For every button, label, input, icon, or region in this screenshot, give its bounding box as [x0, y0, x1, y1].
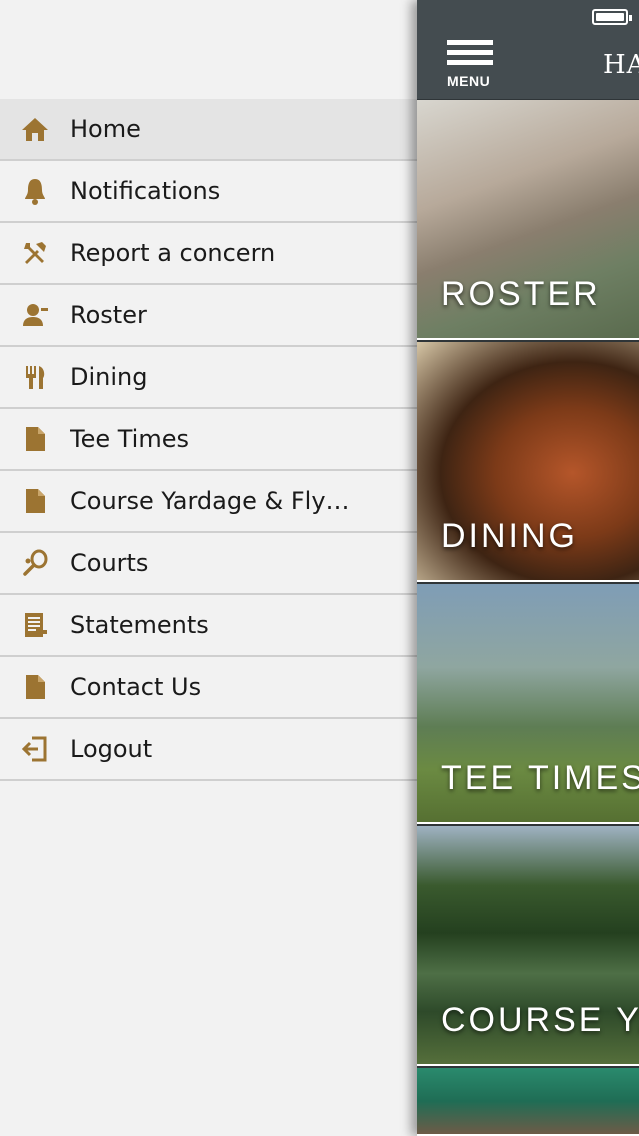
logout-icon — [0, 719, 70, 779]
tile-next[interactable] — [417, 1068, 639, 1136]
tools-icon — [0, 223, 70, 283]
sidebar-item-course-yardage[interactable]: Course Yardage & Fly… — [0, 471, 417, 533]
sidebar-item-statements[interactable]: Statements — [0, 595, 417, 657]
sidebar-item-label: Courts — [70, 549, 149, 577]
tennis-racket-icon — [0, 533, 70, 593]
sidebar-item-contact-us[interactable]: Contact Us — [0, 657, 417, 719]
statement-icon — [0, 595, 70, 655]
brand-title: HA — [603, 50, 639, 80]
sidebar-item-label: Contact Us — [70, 673, 202, 701]
sidebar-item-logout[interactable]: Logout — [0, 719, 417, 781]
sidebar-item-tee-times[interactable]: Tee Times — [0, 409, 417, 471]
document-icon — [0, 409, 70, 469]
sidebar-item-label: Tee Times — [70, 425, 189, 453]
bell-icon — [0, 161, 70, 221]
sidebar-item-label: Report a concern — [70, 239, 276, 267]
person-icon — [0, 285, 70, 345]
document-icon — [0, 471, 70, 531]
fork-knife-icon — [0, 347, 70, 407]
sidebar-item-label: Course Yardage & Fly… — [70, 487, 350, 515]
top-bar: MENU HA — [417, 0, 639, 99]
tile-label: COURSE YA — [441, 1001, 639, 1039]
tile-label: ROSTER — [441, 275, 601, 313]
sidebar-item-courts[interactable]: Courts — [0, 533, 417, 595]
battery-icon — [592, 9, 632, 25]
main-content: MENU HA ROSTER DINING TEE TIMES COURSE Y… — [417, 0, 639, 1136]
sidebar-item-label: Notifications — [70, 177, 221, 205]
tile-dining[interactable]: DINING — [417, 342, 639, 582]
sidebar-item-roster[interactable]: Roster — [0, 285, 417, 347]
menu-button[interactable]: MENU — [445, 40, 497, 92]
sidebar-item-label: Statements — [70, 611, 209, 639]
tile-course-yardage[interactable]: COURSE YA — [417, 826, 639, 1066]
drawer-menu-list: Home Notifications Report a concern Rost… — [0, 99, 417, 781]
home-icon — [0, 99, 70, 159]
tile-tee-times[interactable]: TEE TIMES — [417, 584, 639, 824]
tile-roster[interactable]: ROSTER — [417, 100, 639, 340]
sidebar-item-label: Home — [70, 115, 141, 143]
sidebar-item-report-concern[interactable]: Report a concern — [0, 223, 417, 285]
sidebar-item-home[interactable]: Home — [0, 99, 417, 161]
tile-label: DINING — [441, 517, 578, 555]
sidebar-item-label: Dining — [70, 363, 148, 391]
sidebar-item-notifications[interactable]: Notifications — [0, 161, 417, 223]
sidebar-item-label: Roster — [70, 301, 147, 329]
tile-label: TEE TIMES — [441, 759, 639, 797]
document-icon — [0, 657, 70, 717]
sidebar-item-dining[interactable]: Dining — [0, 347, 417, 409]
sidebar-item-label: Logout — [70, 735, 153, 763]
menu-label: MENU — [447, 73, 491, 89]
navigation-drawer: Home Notifications Report a concern Rost… — [0, 0, 417, 1136]
